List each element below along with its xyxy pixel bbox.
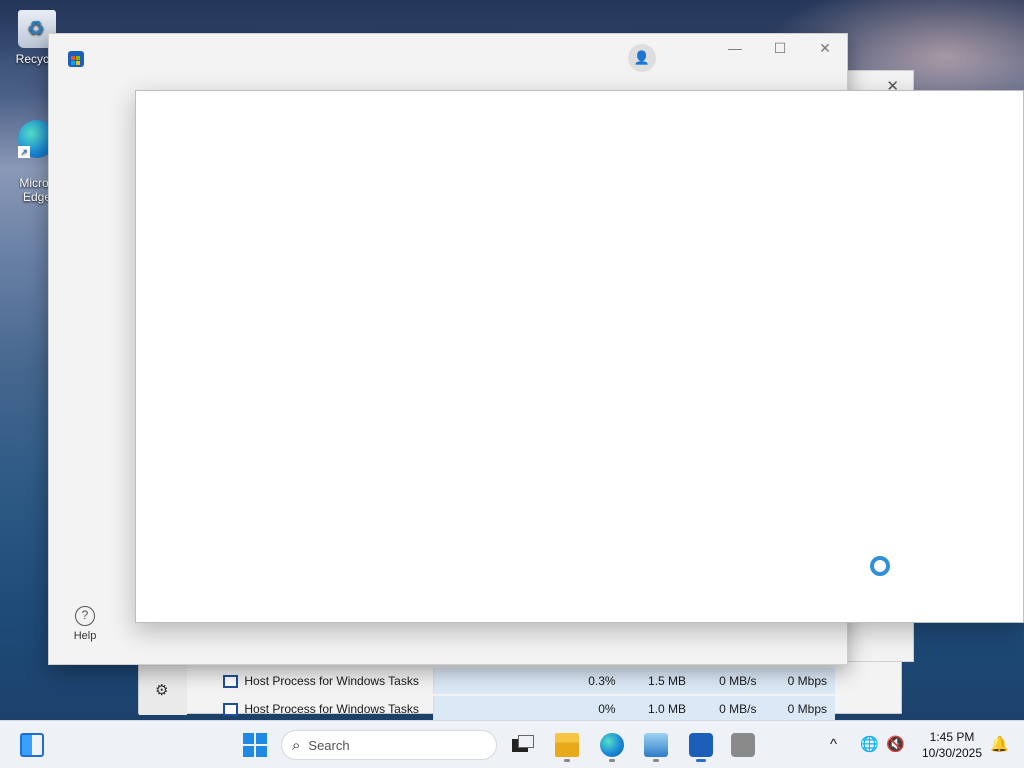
process-name: Host Process for Windows Tasks (244, 696, 434, 722)
close-button[interactable]: ✕ (805, 40, 845, 60)
table-row[interactable]: Host Process for Windows Tasks 0.3% 1.5 … (223, 668, 835, 694)
start-icon (243, 733, 254, 744)
maximize-button[interactable]: ☐ (760, 40, 800, 60)
memory-cell: 1.0 MB (623, 696, 695, 722)
app-icon[interactable] (731, 733, 755, 757)
network-cell: 0 Mbps (764, 668, 835, 694)
running-indicator (653, 759, 659, 762)
store-logo-icon (68, 51, 84, 67)
memory-cell: 1.5 MB (623, 668, 695, 694)
taskbar-search[interactable]: ⌕ Search (281, 730, 497, 760)
notification-icon[interactable]: 🔔 (990, 721, 1009, 768)
gear-icon[interactable]: ⚙ (155, 681, 168, 699)
process-icon (223, 702, 239, 716)
table-row[interactable]: Host Process for Windows Tasks 0% 1.0 MB… (223, 696, 835, 722)
help-label: Help (73, 630, 97, 642)
running-indicator (564, 759, 570, 762)
account-button[interactable]: 👤 (628, 44, 656, 72)
disk-cell: 0 MB/s (694, 696, 765, 722)
search-placeholder: Search (308, 737, 350, 753)
process-icon (223, 674, 239, 688)
volume-muted-icon[interactable]: 🔇 (886, 721, 905, 768)
globe-icon[interactable]: 🌐 (860, 721, 879, 768)
task-view-icon[interactable] (510, 733, 534, 757)
disk-cell: 0 MB/s (694, 668, 765, 694)
start-button[interactable] (243, 733, 267, 757)
chevron-up-icon[interactable]: ^ (830, 721, 837, 768)
cpu-cell: 0% (433, 696, 624, 722)
cpu-cell: 0.3% (433, 668, 624, 694)
search-icon: ⌕ (292, 736, 301, 754)
photos-icon[interactable] (644, 733, 668, 757)
loading-dialog (135, 90, 1024, 623)
help-icon: ? (75, 606, 95, 626)
minimize-button[interactable]: — (715, 40, 755, 60)
task-manager-window: ⚙ Host Process for Windows Tasks 0.3% 1.… (138, 660, 902, 722)
help-button[interactable]: ? Help (67, 606, 103, 642)
process-name: Host Process for Windows Tasks (244, 668, 434, 694)
widgets-icon[interactable] (20, 733, 44, 757)
loading-spinner-icon (870, 556, 890, 576)
task-manager-sidebar: ⚙ (139, 661, 187, 715)
file-explorer-icon[interactable] (555, 733, 579, 757)
user-icon: 👤 (633, 50, 651, 65)
clock[interactable]: 1:45 PM 10/30/2025 (912, 729, 992, 761)
network-cell: 0 Mbps (764, 696, 835, 722)
taskbar: ⌕ Search ^ 🌐 🔇 1:45 PM 10/30/2025 🔔 (0, 720, 1024, 768)
running-indicator (609, 759, 615, 762)
store-icon[interactable] (689, 733, 713, 757)
active-indicator (696, 759, 706, 762)
clock-time: 1:45 PM (929, 730, 975, 744)
clock-date: 10/30/2025 (921, 746, 983, 760)
edge-icon[interactable] (600, 733, 624, 757)
